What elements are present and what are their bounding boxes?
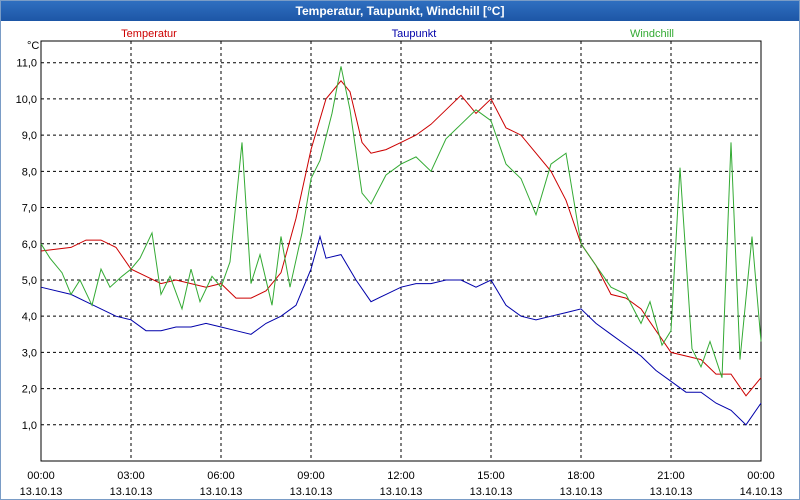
x-tick-time-label: 21:00 [657,470,685,482]
x-tick-time-label: 18:00 [567,470,595,482]
x-tick-time-label: 15:00 [477,470,505,482]
legend-entry-windchill: Windchill [630,28,674,40]
x-tick-date-label: 13.10.13 [290,486,333,498]
x-tick-time-label: 00:00 [27,470,55,482]
x-tick-time-label: 06:00 [207,470,235,482]
legend-entry-temperatur: Temperatur [121,28,177,40]
y-tick-label: 2,0 [22,384,37,396]
y-tick-label: 8,0 [22,166,37,178]
y-tick-label: 4,0 [22,311,37,323]
x-tick-time-label: 03:00 [117,470,145,482]
y-tick-label: 6,0 [22,239,37,251]
x-tick-date-label: 14.10.13 [740,486,783,498]
x-tick-time-label: 12:00 [387,470,415,482]
x-tick-date-label: 13.10.13 [560,486,603,498]
x-tick-date-label: 13.10.13 [650,486,693,498]
y-tick-label: 1,0 [22,420,37,432]
x-tick-time-label: 09:00 [297,470,325,482]
y-axis-unit-label: °C [27,40,39,52]
x-tick-date-label: 13.10.13 [470,486,513,498]
y-tick-label: 5,0 [22,275,37,287]
legend-layer: Temperatur Taupunkt Windchill [121,28,674,40]
y-tick-label: 9,0 [22,130,37,142]
y-tick-label: 7,0 [22,203,37,215]
x-tick-date-label: 13.10.13 [200,486,243,498]
chart-canvas: 1,0 2,0 3,0 4,0 5,0 6,0 7,0 8,0 9,0 10,0 11,0 00:00… [16,28,783,498]
x-tick-date-label: 13.10.13 [380,486,423,498]
x-tick-time-label: 00:00 [747,470,775,482]
x-tick-date-label: 13.10.13 [20,486,63,498]
y-tick-label: 10,0 [16,94,37,106]
grid-layer [41,41,761,461]
legend-entry-taupunkt: Taupunkt [392,28,437,40]
y-tick-label: 11,0 [16,58,37,70]
x-tick-date-label: 13.10.13 [110,486,153,498]
chart-window: Temperatur, Taupunkt, Windchill [°C] 1,0… [0,0,800,500]
y-tick-label: 3,0 [22,347,37,359]
